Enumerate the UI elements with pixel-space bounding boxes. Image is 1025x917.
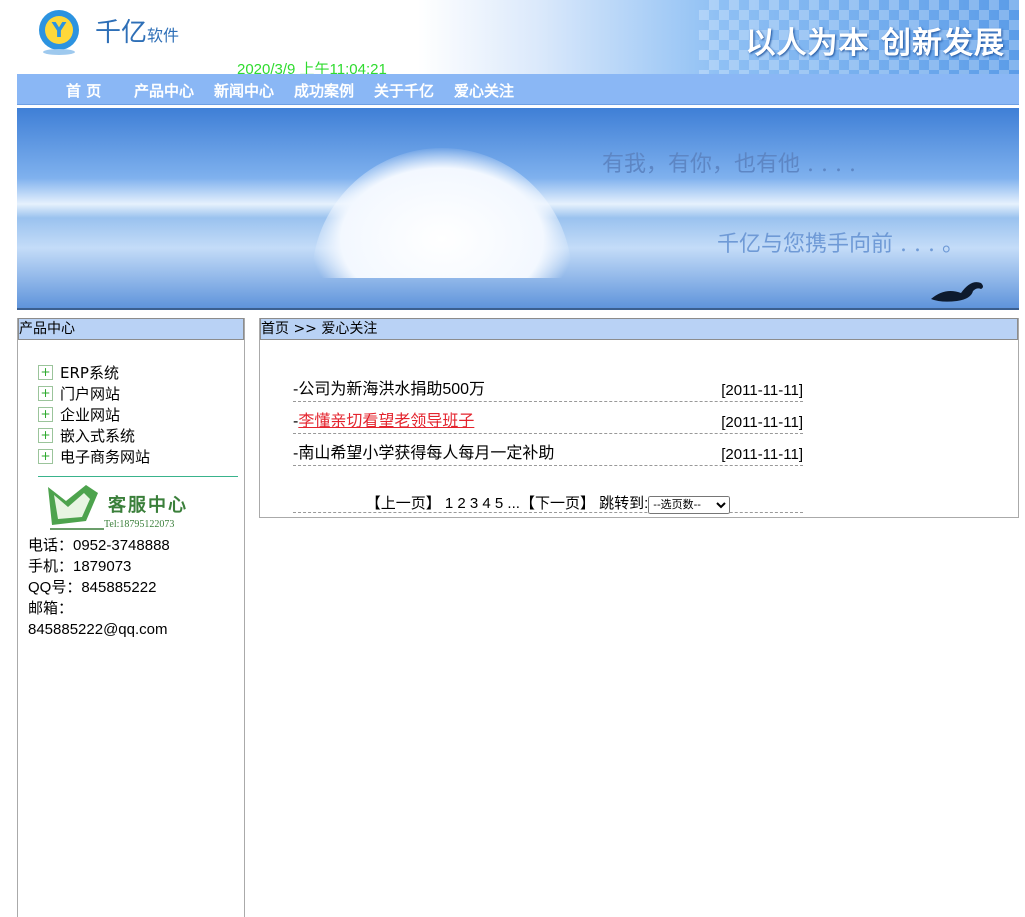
logo-suffix: 软件 (147, 26, 180, 45)
nav-cases[interactable]: 成功案例 (294, 80, 354, 101)
product-label[interactable]: ERP系统 (60, 362, 119, 383)
nav-home[interactable]: 首 页 (66, 80, 101, 101)
news-row: -李懂亲切看望老领导班子 [2011-11-11] (293, 402, 803, 434)
product-item-ecommerce[interactable]: + 电子商务网站 (38, 446, 244, 467)
product-list: + ERP系统 + 门户网站 + 企业网站 + 嵌入式系统 + 电子商务网站 (38, 362, 244, 467)
expand-plus-icon[interactable]: + (38, 449, 53, 464)
jump-label: 跳转到: (599, 495, 649, 512)
news-link[interactable]: 李懂亲切看望老领导班子 (298, 413, 474, 430)
pagination: 【上一页】 1 2 3 4 5 ...【下一页】 跳转到: --选页数-- (293, 492, 803, 514)
current-datetime: 2020/3/9 上午11:04:21 (237, 61, 387, 74)
banner-line-2: 千亿与您携手向前 . . . 。 (717, 232, 964, 257)
page-numbers[interactable]: 1 2 3 4 5 ... (445, 495, 520, 512)
breadcrumb: 首页 >> 爱心关注 (260, 318, 1018, 340)
expand-plus-icon[interactable]: + (38, 407, 53, 422)
pelican-icon (931, 282, 983, 302)
main-content: 首页 >> 爱心关注 -公司为新海洪水捐助500万 [2011-11-11] -… (259, 318, 1019, 518)
nav-products[interactable]: 产品中心 (134, 80, 194, 101)
nav-about[interactable]: 关于千亿 (374, 80, 434, 101)
contact-phone: 电话：0952-3748888 (28, 537, 170, 554)
prev-page-button[interactable]: 【上一页】 (366, 495, 441, 512)
logo-icon: Y (39, 10, 79, 55)
sidebar: 产品中心 + ERP系统 + 门户网站 + 企业网站 + 嵌入式系统 + 电子商务网站 客… (17, 318, 245, 917)
page-select[interactable]: --选页数-- (648, 496, 731, 514)
product-item-embedded[interactable]: + 嵌入式系统 (38, 425, 244, 446)
hero-banner: 有我，有你，也有他 . . . . 千亿与您携手向前 . . . 。 (17, 108, 1019, 310)
product-item-erp[interactable]: + ERP系统 (38, 362, 244, 383)
service-title: 客服中心 (108, 495, 188, 516)
news-list: -公司为新海洪水捐助500万 [2011-11-11] -李懂亲切看望老领导班子… (293, 370, 803, 466)
product-label[interactable]: 嵌入式系统 (60, 425, 135, 446)
product-item-portal[interactable]: + 门户网站 (38, 383, 244, 404)
product-label[interactable]: 电子商务网站 (60, 446, 150, 467)
nav-news[interactable]: 新闻中心 (214, 80, 274, 101)
product-item-enterprise[interactable]: + 企业网站 (38, 404, 244, 425)
site-header: Y 千亿软件 2020/3/9 上午11:04:21 以人为本 创新发展 (17, 0, 1019, 74)
contact-email: 845885222@qq.com (28, 621, 168, 638)
sidebar-title: 产品中心 (18, 318, 244, 340)
product-label[interactable]: 门户网站 (60, 383, 120, 404)
logo-brand: 千亿 (95, 18, 148, 48)
banner-line-1: 有我，有你，也有他 . . . . (602, 152, 856, 177)
news-row: -南山希望小学获得每人每月一定补助 [2011-11-11] (293, 434, 803, 466)
logo-text: 千亿软件 (95, 12, 179, 49)
expand-plus-icon[interactable]: + (38, 386, 53, 401)
news-date: [2011-11-11] (721, 414, 803, 431)
service-graphic-icon (48, 485, 104, 530)
news-date: [2011-11-11] (721, 382, 803, 399)
customer-service-banner: 客服中心 Tel:18795122073 (46, 481, 210, 533)
product-label[interactable]: 企业网站 (60, 404, 120, 425)
expand-plus-icon[interactable]: + (38, 365, 53, 380)
contact-qq: QQ号：845885222 (28, 579, 157, 596)
main-nav: 首 页 产品中心 新闻中心 成功案例 关于千亿 爱心关注 (17, 74, 1019, 105)
news-row: -公司为新海洪水捐助500万 [2011-11-11] (293, 370, 803, 402)
sun-graphic (312, 148, 572, 278)
svg-text:Y: Y (51, 18, 67, 42)
news-title[interactable]: -南山希望小学获得每人每月一定补助 (293, 439, 554, 463)
contact-email-label: 邮箱： (28, 600, 74, 617)
contact-mobile: 手机：1879073 (28, 558, 132, 575)
news-date: [2011-11-11] (721, 446, 803, 463)
contact-info: 电话：0952-3748888 手机：1879073 QQ号：845885222… (28, 535, 244, 640)
nav-charity[interactable]: 爱心关注 (454, 80, 514, 101)
next-page-button[interactable]: 【下一页】 (520, 495, 595, 512)
slogan: 以人为本 创新发展 (745, 26, 1005, 61)
sidebar-divider (38, 476, 238, 477)
service-tel: Tel:18795122073 (104, 519, 175, 530)
news-title[interactable]: -公司为新海洪水捐助500万 (293, 375, 485, 399)
expand-plus-icon[interactable]: + (38, 428, 53, 443)
